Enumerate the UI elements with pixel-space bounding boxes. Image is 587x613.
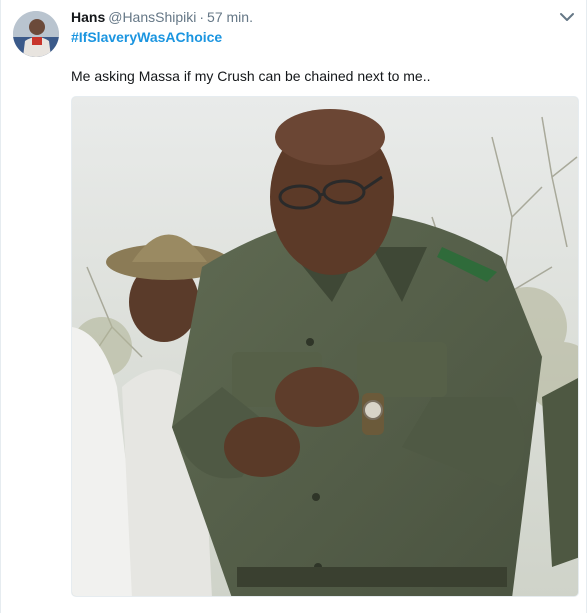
timestamp[interactable]: 57 min.	[207, 9, 253, 25]
avatar[interactable]	[13, 11, 59, 57]
hashtag-link[interactable]: #IfSlaveryWasAChoice	[71, 28, 222, 46]
tweet-photo[interactable]	[71, 96, 579, 597]
chevron-down-icon[interactable]	[558, 10, 576, 24]
author-handle[interactable]: @HansShipiki	[108, 9, 196, 25]
separator-dot: ·	[199, 9, 205, 25]
author-name[interactable]: Hans	[71, 9, 105, 25]
tweet-header: Hans @HansShipiki · 57 min.	[71, 8, 253, 26]
tweet-text: Me asking Massa if my Crush can be chain…	[71, 68, 431, 84]
tweet-card[interactable]: Hans @HansShipiki · 57 min. #IfSlaveryWasAC…	[0, 0, 587, 613]
photo-illustration	[72, 97, 578, 596]
